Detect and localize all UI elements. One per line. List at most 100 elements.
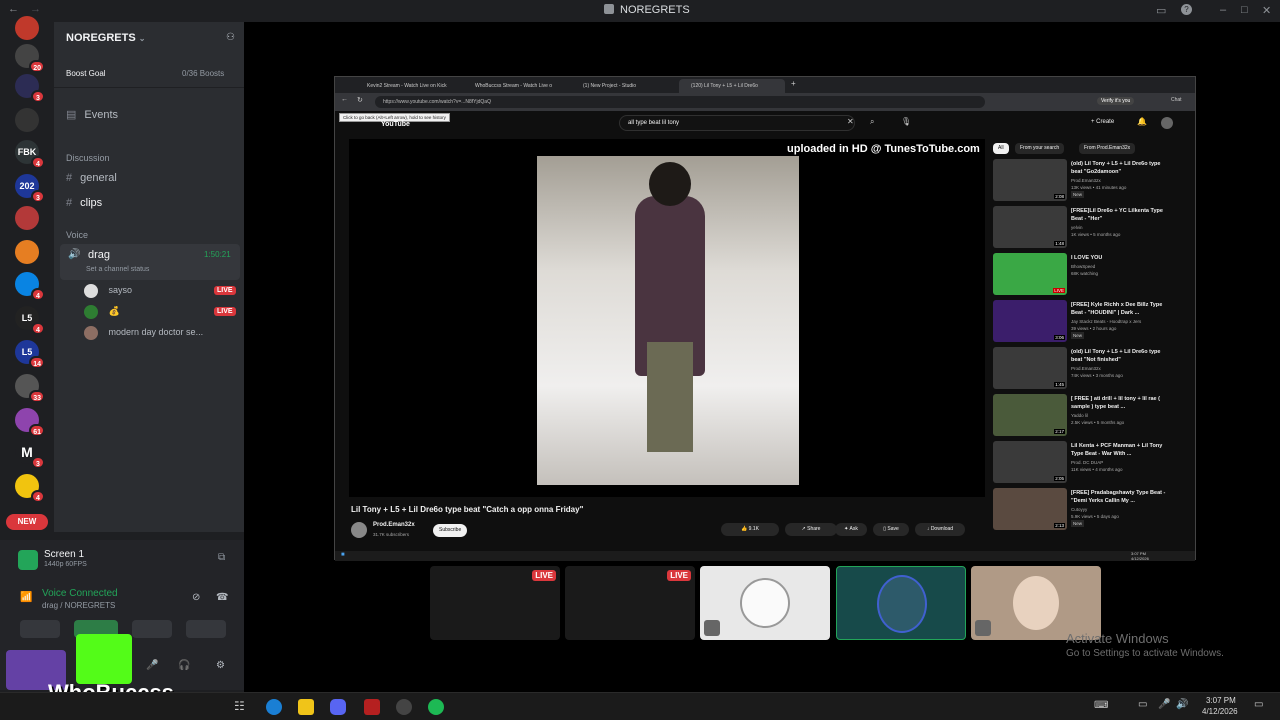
url-field[interactable]: https://www.youtube.com/watch?v=...N8fYj… (375, 96, 985, 108)
channel-name[interactable]: Prod.Eman32x (373, 522, 415, 528)
server-icon-12[interactable]: 61 (15, 408, 45, 437)
category-voice[interactable]: Voice (66, 230, 88, 240)
edge-icon[interactable] (266, 699, 282, 715)
voice-member-0[interactable]: sayso LIVE (84, 284, 236, 298)
tab-youtube[interactable]: (120) Lil Tony + L5 + Lil Dre6o (679, 79, 785, 93)
server-icon-14[interactable]: 4 (15, 474, 45, 503)
list-item[interactable]: 1:45 (old) Lil Tony + L5 + Lil Dre6o typ… (993, 347, 1189, 391)
popout-icon[interactable]: ⧉ (218, 552, 225, 563)
spotify-icon[interactable] (428, 699, 444, 715)
subscribe-button[interactable]: Subscribe (433, 524, 468, 537)
tab-studio[interactable]: (1) New Project - Studio (571, 79, 677, 93)
download-button[interactable]: ↓ Download (915, 523, 965, 536)
server-icon-0[interactable] (15, 16, 39, 40)
server-icon-5[interactable]: 202 3 (15, 174, 45, 203)
channel-general[interactable]: # general (66, 172, 117, 184)
headphones-icon[interactable]: 🎧 (178, 660, 190, 671)
channel-clips[interactable]: # clips (66, 197, 102, 209)
filter-chip-all[interactable]: All (993, 143, 1009, 154)
server-icon-7[interactable] (15, 240, 39, 264)
reload-icon[interactable]: ↻ (357, 96, 363, 104)
file-explorer-icon[interactable] (298, 699, 314, 715)
participant-tile-4[interactable] (836, 566, 966, 640)
server-icon-3[interactable] (15, 108, 39, 132)
studio-icon[interactable] (364, 699, 380, 715)
network-icon[interactable]: ▭ (1138, 699, 1147, 710)
gear-icon[interactable]: ⚙ (216, 660, 225, 671)
new-unreads-pill[interactable]: NEW (6, 514, 48, 530)
youtube-search-input[interactable]: all type beat lil tony (619, 115, 855, 131)
tab-kick-whobuccss[interactable]: WhoBuccss Stream - Watch Live o (463, 79, 569, 93)
share-button[interactable]: ↗ Share (785, 523, 837, 536)
channel-avatar[interactable] (351, 522, 367, 538)
list-item[interactable]: 2:13 [FREE] Pradabagshawty Type Beat - "… (993, 488, 1189, 532)
help-icon[interactable]: ? (1181, 4, 1192, 15)
chat-button[interactable]: Chat (1171, 97, 1182, 103)
participant-tile-5[interactable] (971, 566, 1101, 640)
activities-button[interactable] (132, 620, 172, 638)
save-button[interactable]: ▯ Save (873, 523, 909, 536)
filter-chip-channel[interactable]: From Prod.Eman32x (1079, 143, 1136, 154)
clock-date[interactable]: 4/12/2026 (1202, 707, 1238, 716)
soundboard-button[interactable] (186, 620, 226, 638)
server-icon-13[interactable]: M3 (15, 440, 45, 469)
server-icon-4[interactable]: FBK 4 (15, 140, 45, 169)
list-item[interactable]: 1:48 [FREE]Lil Dre6o + YC Lilkenta Type … (993, 206, 1189, 250)
server-name[interactable]: NOREGRETS ⌄ (66, 32, 145, 44)
camera-button[interactable] (20, 620, 60, 638)
maximize-icon[interactable]: □ (1241, 4, 1248, 16)
back-icon[interactable]: ← (341, 96, 348, 103)
ask-button[interactable]: ✦ Ask (835, 523, 867, 536)
minimize-icon[interactable]: – (1220, 4, 1226, 16)
keyboard-icon[interactable]: ⌨ (1094, 700, 1108, 711)
verify-button[interactable]: Verify it's you (1097, 97, 1135, 105)
close-icon[interactable]: ✕ (1262, 4, 1271, 17)
voice-location[interactable]: drag / NOREGRETS (42, 601, 115, 610)
server-icon-11[interactable]: 33 (15, 374, 45, 403)
participant-tile-3[interactable] (700, 566, 830, 640)
obs-icon[interactable] (396, 699, 412, 715)
voice-member-1[interactable]: 💰 LIVE (84, 305, 236, 319)
boost-goal[interactable]: Boost Goal 0/36 Boosts (54, 62, 244, 88)
clock-time[interactable]: 3:07 PM (1206, 696, 1236, 705)
mic-icon[interactable]: 🎤 (146, 660, 158, 671)
like-button[interactable]: 👍 9.1K (721, 523, 779, 536)
list-item[interactable]: 2:17 [ FREE ] ati drill + lil tony + lil… (993, 394, 1189, 438)
filter-chip-search[interactable]: From your search (1015, 143, 1065, 154)
voice-channel-drag[interactable]: 🔊 drag 1:50:21 Set a channel status (60, 244, 240, 280)
inbox-icon[interactable]: ▭ (1156, 4, 1166, 17)
back-arrow-icon[interactable]: ← (8, 3, 19, 15)
microphone-icon[interactable]: 🎤 (1158, 699, 1170, 710)
avatar[interactable] (1161, 117, 1173, 129)
channel-events[interactable]: ▤ Events (66, 108, 118, 121)
server-icon-2[interactable]: 3 (15, 74, 45, 103)
server-icon-1[interactable]: 20 (15, 44, 45, 73)
stream-tile-2[interactable]: LIVE (565, 566, 695, 640)
create-button[interactable]: + Create (1091, 119, 1114, 125)
add-member-icon[interactable]: ⚇ (226, 32, 235, 43)
voice-member-2[interactable]: modern day doctor se... (84, 326, 203, 340)
youtube-logo[interactable]: YouTube (381, 121, 410, 128)
video-player[interactable]: uploaded in HD @ TunesToTube.com (349, 139, 985, 497)
list-item[interactable]: LIVE I LOVE YOU BhowSpeed 68K watching (993, 253, 1189, 297)
category-discussion[interactable]: Discussion (66, 153, 110, 163)
server-icon-9[interactable]: L5 4 (15, 306, 45, 335)
server-icon-6[interactable] (15, 206, 39, 230)
new-tab-icon[interactable]: + (791, 79, 796, 88)
list-item[interactable]: 2:05 Lil Kenta + PCF Manman + Lil Tony T… (993, 441, 1189, 485)
clear-search-icon[interactable]: ✕ (847, 117, 854, 126)
notification-icon[interactable]: ▭ (1254, 699, 1263, 710)
forward-arrow-icon[interactable]: → (30, 3, 41, 15)
volume-icon[interactable]: 🔊 (1176, 699, 1188, 710)
task-view-icon[interactable]: ☷ (234, 699, 250, 715)
tab-kick-kevin2[interactable]: Kevin2 Stream - Watch Live on Kick (355, 79, 461, 93)
server-icon-10[interactable]: L5 14 (15, 340, 45, 369)
server-icon-8[interactable]: 4 (15, 272, 45, 301)
discord-icon[interactable] (330, 699, 346, 715)
mic-icon[interactable]: 🎙 (901, 117, 911, 126)
noise-suppression-icon[interactable]: ⊘ (192, 592, 200, 603)
disconnect-icon[interactable]: ☎ (216, 592, 228, 603)
bell-icon[interactable]: 🔔 (1137, 117, 1147, 126)
search-icon[interactable]: ⌕ (870, 117, 874, 127)
stream-tile-1[interactable]: LIVE (430, 566, 560, 640)
